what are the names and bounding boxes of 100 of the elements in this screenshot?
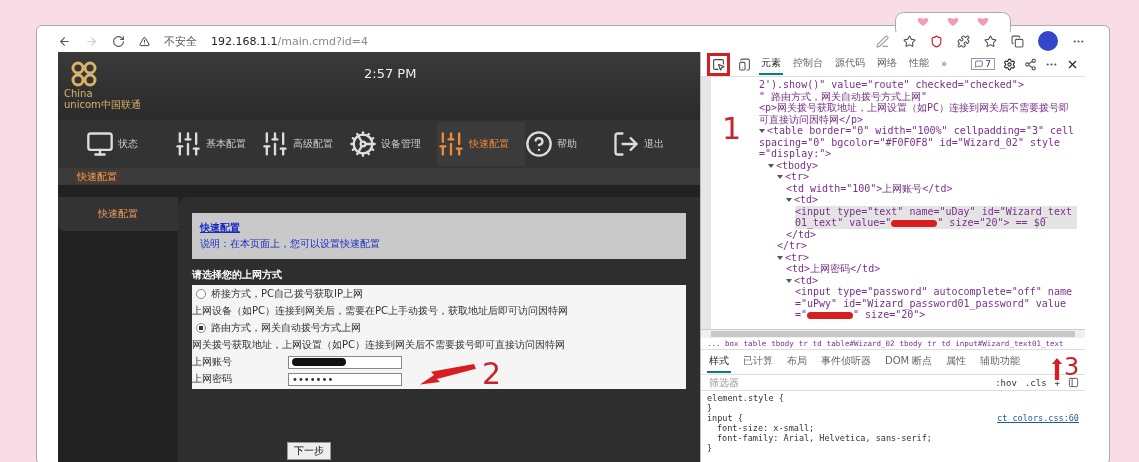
issues-badge[interactable]: 7 bbox=[971, 58, 995, 70]
css-selector: input { bbox=[707, 413, 743, 423]
nav-item[interactable]: 基本配置 bbox=[173, 122, 262, 166]
sliders-icon bbox=[261, 130, 290, 158]
devtools-tab[interactable]: 源代码 bbox=[833, 53, 867, 75]
puzzle-icon[interactable] bbox=[957, 34, 970, 48]
redaction-mark bbox=[807, 311, 854, 319]
panel-description: 说明：在本页面上，您可以设置快速配置 bbox=[200, 237, 381, 251]
more-tabs[interactable]: » bbox=[939, 54, 950, 74]
code-line: <td>上网密码</td> bbox=[786, 263, 882, 275]
nav-item[interactable]: 高级配置 bbox=[261, 122, 350, 166]
source-link[interactable]: ct_colors.css:60 bbox=[997, 413, 1079, 423]
sidebar-item[interactable]: 快速配置 bbox=[58, 197, 178, 231]
field-label: 上网密码 bbox=[192, 372, 233, 386]
code-line[interactable]: <td> bbox=[786, 194, 1077, 206]
sidebar-toggle-icon[interactable] bbox=[1068, 377, 1079, 388]
star-icon[interactable] bbox=[903, 34, 916, 48]
styles-tab[interactable]: DOM 断点 bbox=[883, 351, 935, 373]
styles-tab[interactable]: 已计算 bbox=[741, 351, 775, 373]
logo-text: China bbox=[64, 88, 93, 99]
expanded-triangle-icon[interactable] bbox=[759, 128, 765, 134]
expanded-triangle-icon[interactable] bbox=[786, 277, 792, 284]
copy-icon[interactable] bbox=[1011, 34, 1024, 48]
filter-toggle[interactable]: .cls bbox=[1024, 377, 1047, 388]
expanded-triangle-icon[interactable] bbox=[768, 162, 774, 169]
back-icon[interactable] bbox=[58, 34, 71, 48]
devtools-tab[interactable]: 元素 bbox=[759, 53, 783, 75]
devtools-tab[interactable]: 网络 bbox=[875, 53, 899, 75]
inspect-button[interactable] bbox=[707, 52, 730, 76]
sliders-icon bbox=[436, 130, 465, 158]
code-line: 2').show()" value="route" checked="checked"> bbox=[759, 79, 1025, 91]
css-selector: element.style { bbox=[707, 393, 784, 403]
field-label: 上网账号 bbox=[192, 355, 233, 369]
nav-item[interactable]: 状态 bbox=[86, 122, 174, 166]
panel-title[interactable]: 快速配置 bbox=[200, 221, 240, 235]
nav-item[interactable]: 退出 bbox=[612, 122, 701, 166]
css-brace: } bbox=[707, 443, 714, 453]
pointer-arrow bbox=[420, 364, 476, 386]
horizontal-scrollbar[interactable] bbox=[701, 330, 1085, 338]
breadcrumb: 快速配置 bbox=[74, 169, 120, 184]
css-brace: } bbox=[707, 403, 714, 413]
share-icon[interactable] bbox=[1024, 57, 1037, 71]
sliders-icon bbox=[173, 130, 202, 158]
annotation-number: 3 bbox=[1064, 355, 1080, 379]
code-line: </td> bbox=[786, 228, 817, 240]
nav-item[interactable]: 设备管理 bbox=[349, 122, 437, 166]
expanded-triangle-icon[interactable] bbox=[777, 174, 783, 180]
filter-toggle[interactable]: :hov bbox=[995, 377, 1017, 388]
expanded-triangle-icon[interactable] bbox=[786, 197, 792, 203]
shield-icon[interactable] bbox=[930, 34, 943, 48]
monitor-icon bbox=[86, 130, 114, 158]
redaction-mark bbox=[292, 358, 346, 366]
code-line[interactable]: <tr> bbox=[777, 251, 1077, 263]
logo-text: unicom中国联通 bbox=[64, 99, 141, 110]
styles-tab[interactable]: 事件侦听器 bbox=[819, 351, 873, 373]
clock-time: 2:57 PM bbox=[364, 66, 417, 81]
address-url[interactable]: 192.168.1.1/main.cmd?id=4 bbox=[211, 34, 368, 48]
option-description: 上网设备（如PC）连接到网关后，需要在PC上手动拨号，获取地址后即可访问因特网 bbox=[192, 304, 570, 318]
radio-button[interactable] bbox=[196, 323, 206, 333]
code-line: </tr> bbox=[777, 240, 809, 252]
input-field[interactable]: ••••••• bbox=[288, 372, 402, 386]
option-label: 桥接方式，PC自己拨号获取IP上网 bbox=[211, 287, 363, 301]
code-line: <td width="100">上网账号</td> bbox=[786, 182, 954, 194]
pointer-arrow bbox=[1052, 358, 1062, 380]
security-label: 不安全 bbox=[164, 33, 197, 49]
redaction-mark bbox=[891, 219, 938, 227]
option-description: 网关拨号获取地址，上网设置（如PC）连接到网关后不需要拨号即可直接访问因特网 bbox=[192, 338, 566, 352]
gears-icon bbox=[349, 130, 378, 158]
devtools-tab[interactable]: 性能 bbox=[907, 53, 931, 75]
annotation-number: 2 bbox=[482, 359, 502, 389]
annotation-number: 1 bbox=[722, 114, 742, 144]
styles-tab[interactable]: 布局 bbox=[785, 351, 809, 373]
css-declaration: font-family: Arial, Helvetica, sans-serif; bbox=[716, 433, 933, 443]
option-label: 路由方式，网关自动拨号方式上网 bbox=[211, 321, 361, 335]
pen-icon[interactable] bbox=[876, 34, 889, 48]
code-line[interactable]: <tr> bbox=[777, 171, 1077, 183]
styles-tab[interactable]: 属性 bbox=[944, 351, 969, 373]
reload-icon[interactable] bbox=[112, 34, 125, 48]
profile-avatar[interactable] bbox=[1038, 31, 1058, 51]
code-line[interactable]: <tbody> bbox=[768, 159, 1077, 171]
code-line: <input type="password" autocomplete="off" name="uPwy" id="Wizard_password01_password" value=" " size="20"> bbox=[795, 286, 1073, 321]
styles-tab[interactable]: 样式 bbox=[707, 351, 731, 373]
inspect-icon[interactable] bbox=[712, 57, 725, 71]
code-line[interactable]: <table border="0" width="100%" cellpadding="3" cellspacing="0" bgcolor="#F0F0F8" id="Wizard_02" style="display:"> bbox=[759, 125, 1077, 160]
favorites-icon[interactable] bbox=[984, 34, 997, 48]
settings-icon[interactable] bbox=[1003, 57, 1016, 71]
code-line[interactable]: <td> bbox=[786, 274, 1077, 286]
input-field[interactable] bbox=[288, 355, 402, 369]
css-declaration: font-size: x-small; bbox=[716, 423, 816, 433]
next-button[interactable]: 下一步 bbox=[287, 442, 331, 460]
radio-button[interactable] bbox=[196, 289, 206, 299]
filter-field[interactable]: 筛选器 bbox=[707, 376, 988, 389]
devtools-tab[interactable]: 控制台 bbox=[791, 53, 825, 75]
nav-item[interactable]: 快速配置 bbox=[436, 122, 525, 166]
nav-item[interactable]: 帮助 bbox=[524, 122, 613, 166]
styles-tab[interactable]: 辅助功能 bbox=[978, 351, 1023, 373]
filter-toggle[interactable]: + bbox=[1054, 377, 1060, 388]
device-icon[interactable] bbox=[738, 57, 751, 71]
section-heading: 请选择您的上网方式 bbox=[192, 268, 283, 282]
expanded-triangle-icon[interactable] bbox=[777, 254, 783, 261]
